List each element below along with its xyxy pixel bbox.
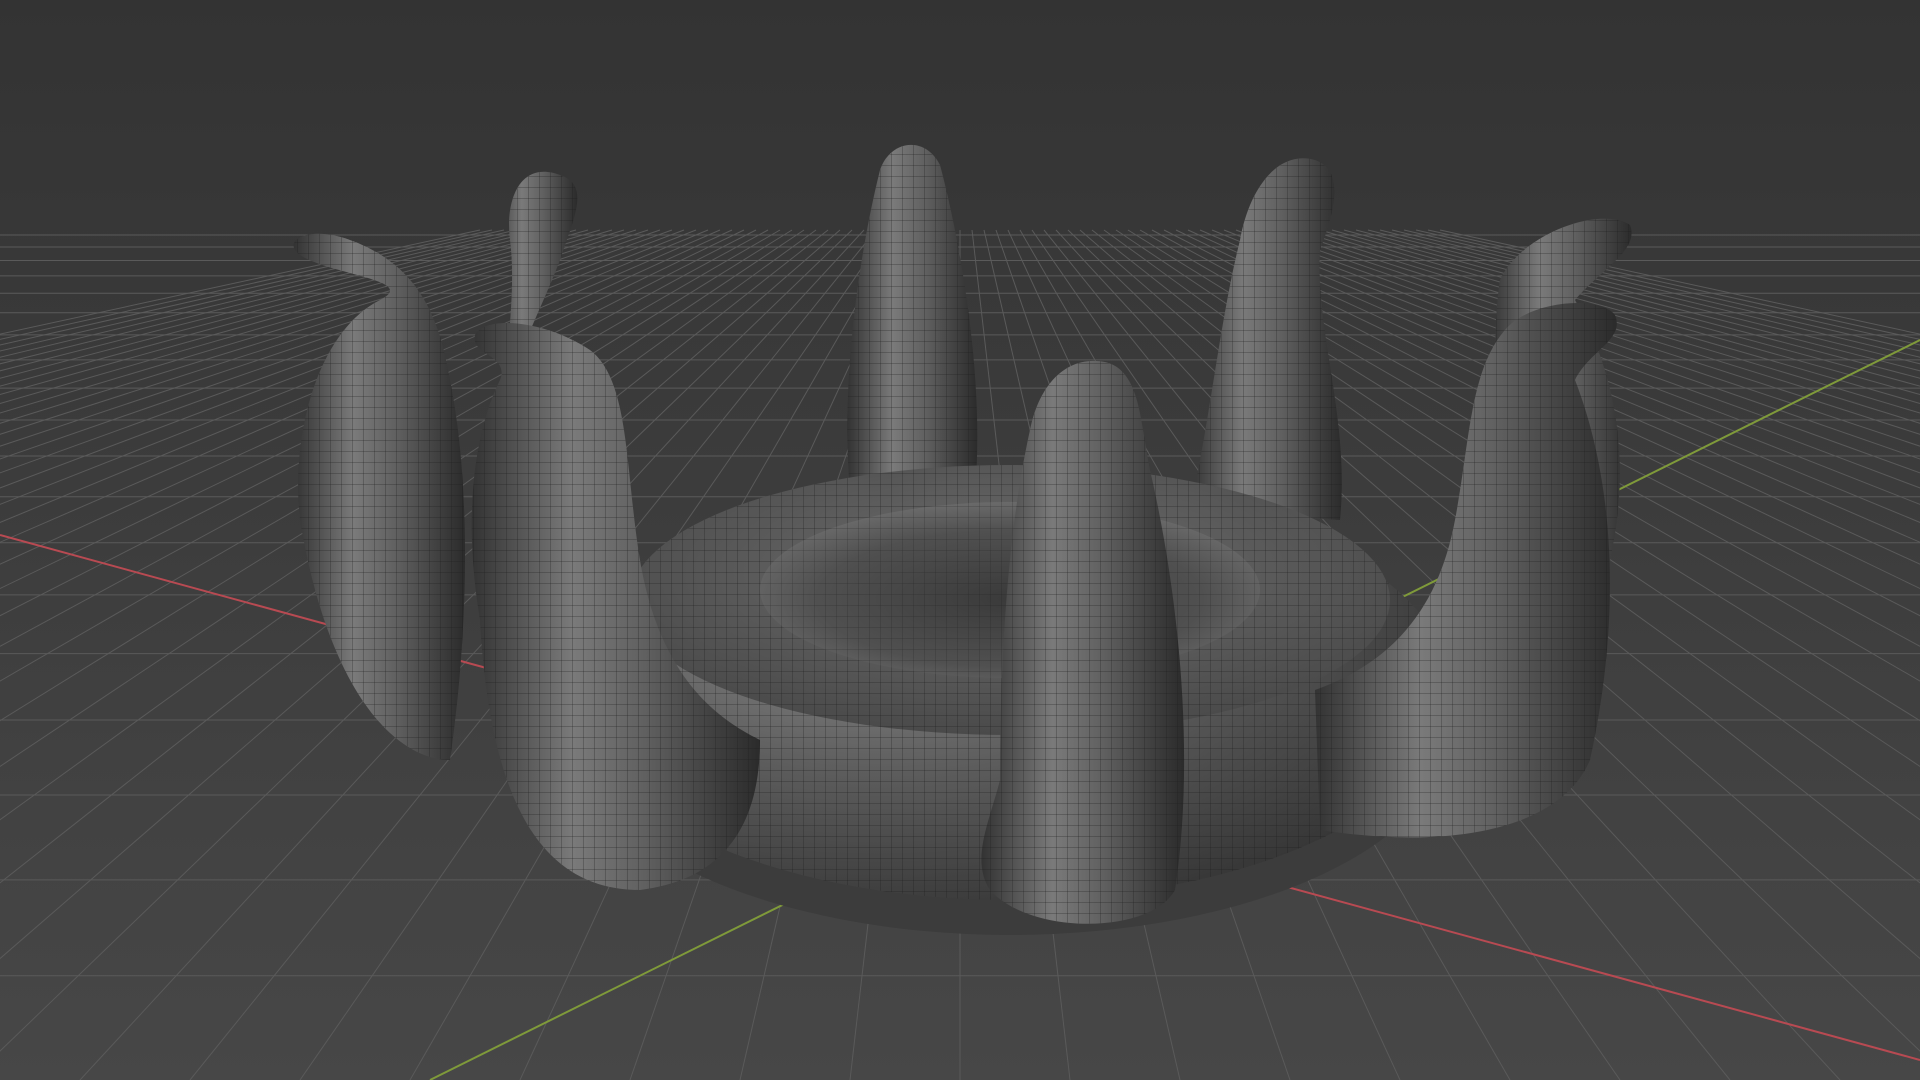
viewport-canvas[interactable]: [0, 0, 1920, 1080]
3d-viewport[interactable]: [0, 0, 1920, 1080]
